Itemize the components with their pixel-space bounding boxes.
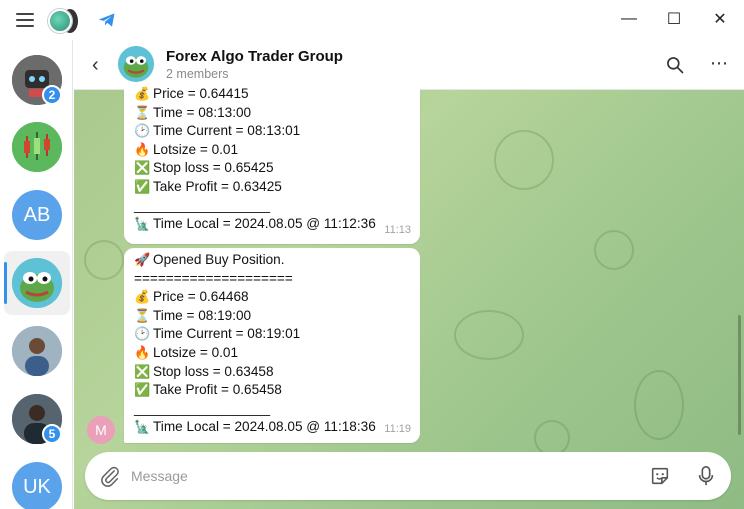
rail-chat-5[interactable] [12, 326, 62, 376]
clock-icon: 🕑 [134, 326, 151, 342]
message-line: ✅ Take Profit = 0.65458 [134, 381, 410, 400]
selected-chat-indicator [4, 262, 7, 304]
message-line: ✅ Take Profit = 0.63425 [134, 178, 410, 197]
message-line: __________________ [134, 400, 271, 416]
search-icon[interactable] [665, 55, 685, 75]
message-timestamp: 11:19 [384, 423, 411, 436]
message-line: ==================== [134, 270, 293, 286]
window-titlebar: — ☐ ✕ [0, 0, 744, 40]
statue-of-liberty-icon: 🗽 [134, 216, 151, 232]
message-line: 💰 Price = 0.64415 [134, 85, 410, 104]
pepe-frog-avatar-icon [12, 258, 62, 308]
statue-of-liberty-icon: 🗽 [134, 419, 151, 435]
microphone-icon[interactable] [695, 464, 717, 488]
message-line: ⏳ Time = 08:19:00 [134, 307, 410, 326]
pepe-frog-avatar-icon [118, 46, 154, 82]
chat-member-count: 2 members [166, 67, 229, 81]
check-mark-icon: ✅ [134, 178, 151, 194]
message-line: 🗽 Time Local = 2024.08.05 @ 11:12:36 [134, 215, 410, 234]
money-bag-icon: 💰 [134, 86, 151, 101]
message-composer [85, 452, 731, 500]
hourglass-icon: ⏳ [134, 307, 151, 323]
account-avatar[interactable] [48, 9, 72, 33]
candlestick-chart-icon [12, 122, 62, 172]
avatar-initials: AB [23, 203, 51, 226]
fire-icon: 🔥 [134, 141, 151, 157]
message-line: 💰 Price = 0.64468 [134, 288, 410, 307]
message-line: 🗽 Time Local = 2024.08.05 @ 11:18:36 [134, 418, 410, 437]
menu-icon[interactable] [16, 13, 34, 27]
message-line: 🕑 Time Current = 08:19:01 [134, 325, 410, 344]
message-bubble[interactable]: 💰 Price = 0.64415 ⏳ Time = 08:13:00 🕑 Time … [124, 82, 420, 244]
rail-chat-uk[interactable]: UK [12, 462, 62, 509]
background-doodle [84, 240, 124, 280]
clock-icon: 🕑 [134, 123, 151, 139]
message-line: 🕑 Time Current = 08:13:01 [134, 122, 410, 141]
sender-avatar[interactable]: M [87, 416, 115, 444]
rail-chat-2[interactable] [12, 122, 62, 172]
background-doodle [494, 130, 554, 190]
chat-title[interactable]: Forex Algo Trader Group [166, 48, 343, 65]
chat-list-rail: 2 AB 5 UK [0, 40, 73, 509]
more-options-icon[interactable]: ⋯ [710, 53, 728, 74]
rail-chat-forex[interactable] [12, 258, 62, 308]
unread-badge: 5 [42, 424, 62, 444]
message-line: ❎ Stop loss = 0.65425 [134, 159, 410, 178]
background-doodle [634, 370, 684, 440]
message-input[interactable] [131, 464, 631, 488]
rocket-icon: 🚀 [134, 252, 151, 267]
telegram-logo-icon [98, 13, 115, 27]
message-timestamp: 11:13 [384, 224, 411, 237]
cross-mark-icon: ❎ [134, 160, 151, 176]
message-bubble[interactable]: 🚀 Opened Buy Position. ==================… [124, 248, 420, 443]
unread-badge: 2 [42, 85, 62, 105]
check-mark-icon: ✅ [134, 382, 151, 398]
back-arrow-icon[interactable]: ‹ [92, 54, 99, 77]
message-line: ❎ Stop loss = 0.63458 [134, 363, 410, 382]
avatar-initials: UK [23, 475, 51, 498]
background-doodle [594, 230, 634, 270]
message-line: 🚀 Opened Buy Position. [134, 251, 410, 270]
person-avatar-icon [12, 326, 62, 376]
message-line: __________________ [134, 197, 271, 213]
maximize-button[interactable]: ☐ [661, 7, 687, 31]
message-line: ⏳ Time = 08:13:00 [134, 104, 410, 123]
sticker-icon[interactable] [649, 465, 671, 487]
background-doodle [454, 310, 524, 360]
minimize-button[interactable]: — [616, 7, 642, 31]
money-bag-icon: 💰 [134, 289, 151, 305]
hourglass-icon: ⏳ [134, 104, 151, 120]
chat-avatar[interactable] [118, 46, 154, 82]
close-button[interactable]: ✕ [707, 7, 733, 31]
message-line: 🔥 Lotsize = 0.01 [134, 344, 410, 363]
rail-chat-ab[interactable]: AB [12, 190, 62, 240]
message-line: 🔥 Lotsize = 0.01 [134, 141, 410, 160]
chat-scrollbar[interactable] [738, 315, 741, 435]
paperclip-icon[interactable] [99, 465, 121, 487]
fire-icon: 🔥 [134, 344, 151, 360]
background-doodle [534, 420, 570, 456]
cross-mark-icon: ❎ [134, 363, 151, 379]
